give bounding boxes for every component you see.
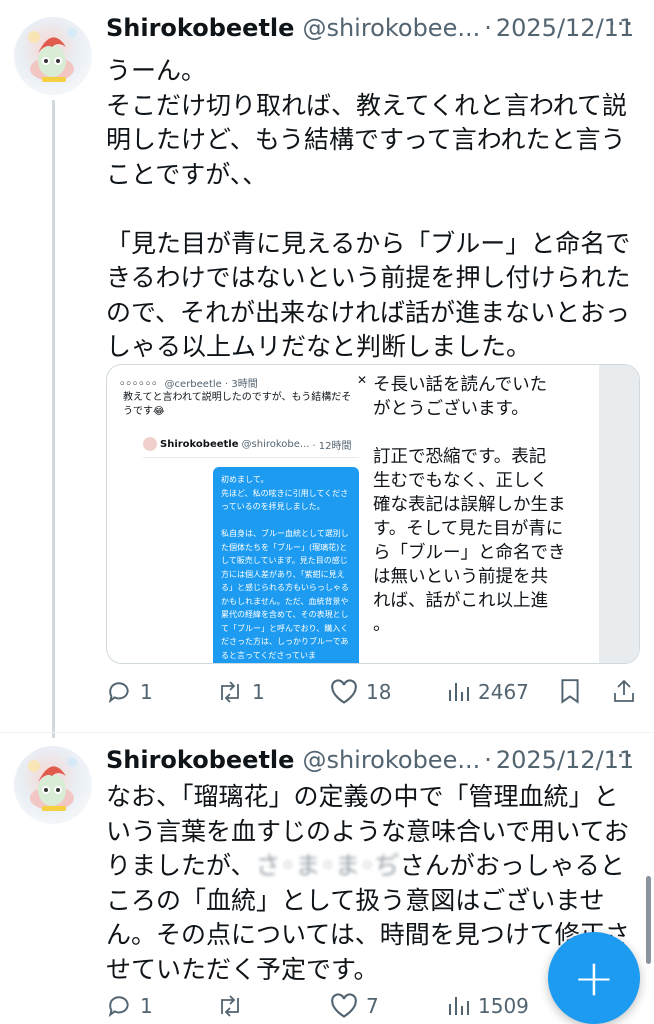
view-count: 1509: [478, 994, 529, 1018]
like-button[interactable]: 7: [330, 993, 379, 1019]
right-text-block: そ長い話を読んでいた がとうございます。 訂正で恐縮です。表記 生むでもなく、正…: [373, 373, 603, 637]
redacted-username: さ◦ま◦ま◦ぢ: [255, 851, 400, 880]
repost-icon: [221, 681, 239, 703]
right-text-line: 確な表記は誤解しか生ま: [373, 495, 566, 515]
reply-button[interactable]: 1: [106, 993, 153, 1019]
reply-count: 1: [140, 680, 153, 704]
reply-icon: [108, 682, 129, 704]
views-button[interactable]: 2467: [446, 680, 529, 704]
repost-button[interactable]: 1: [216, 679, 265, 705]
like-button[interactable]: 18: [330, 679, 391, 705]
inner-avatar: [143, 437, 157, 451]
repost-button[interactable]: [216, 993, 252, 1019]
more-options-icon[interactable]: ···: [608, 742, 634, 770]
heart-icon: [331, 679, 357, 704]
compose-button[interactable]: +: [548, 932, 640, 1024]
inner-user-handle: @shirokobe...: [241, 438, 310, 450]
like-count: 18: [366, 680, 392, 704]
repost-icon: [221, 995, 239, 1017]
share-icon: [614, 679, 634, 702]
inner-tweet-header: Shirokobeetle @shirokobe... · 12時間: [143, 431, 359, 458]
display-name[interactable]: Shirokobeetle: [106, 746, 294, 774]
right-text-line: す。そして見た目が青に: [373, 519, 564, 539]
right-gray-panel: [599, 365, 639, 663]
plus-icon: +: [573, 949, 615, 1007]
display-name[interactable]: Shirokobeetle: [106, 14, 294, 42]
user-handle[interactable]: @shirokobee...: [302, 14, 480, 42]
beetle-avatar-icon: [28, 757, 77, 811]
right-text-line: がとうございます。: [373, 399, 529, 419]
right-text-line: は無いという前提を共: [373, 567, 548, 587]
right-text-line: 生むでもなく、正しく: [373, 471, 548, 491]
quoted-time: · 3時間: [225, 379, 258, 390]
more-options-icon[interactable]: ···: [608, 10, 634, 38]
repost-count: 1: [252, 680, 265, 704]
reply-count: 1: [140, 994, 153, 1018]
right-text-line: 。: [373, 615, 391, 635]
bookmark-icon: [561, 679, 579, 704]
share-button[interactable]: [612, 678, 636, 709]
separator-dot: ·: [484, 746, 492, 774]
like-count: 7: [366, 994, 379, 1018]
avatar[interactable]: [14, 17, 92, 95]
quoted-text: 教えてと言われて説明したのですが、もう結構だそうです😂: [123, 392, 352, 417]
reply-icon: [108, 996, 129, 1018]
right-text-line: [373, 421, 603, 445]
blue-message-bubble: 初めまして。 先ほど、私の呟きに引用してくださっているのを拝見しました。 私自身…: [213, 467, 359, 663]
tweet-media-image[interactable]: ◦◦◦◦◦◦ @cerbeetle · 3時間 ✕ 教えてと言われて説明したので…: [106, 364, 640, 664]
right-text-line: れば、話がこれ以上進: [373, 591, 548, 611]
tweet-actions-bar: 1 1 18 2467: [106, 674, 638, 710]
right-text-line: そ長い話を読んでいた: [373, 375, 548, 395]
tweet[interactable]: Shirokobeetle @shirokobee... · 2025/12/1…: [106, 10, 642, 365]
bookmark-button[interactable]: [558, 678, 582, 709]
avatar[interactable]: [14, 746, 92, 824]
scrollbar-thumb[interactable]: [646, 876, 651, 964]
reply-button[interactable]: 1: [106, 679, 153, 705]
views-chart-icon: [449, 997, 469, 1015]
inner-time: · 12時間: [312, 440, 352, 452]
user-handle[interactable]: @shirokobee...: [302, 746, 480, 774]
close-icon[interactable]: ✕: [357, 373, 367, 387]
beetle-avatar-icon: [28, 28, 77, 82]
separator-dot: ·: [484, 14, 492, 42]
quoted-user-handle: @cerbeetle: [164, 379, 222, 390]
views-button[interactable]: 1509: [446, 994, 529, 1018]
right-text-line: ら「ブルー」と命名でき: [373, 543, 566, 563]
quote-header: ◦◦◦◦◦◦ @cerbeetle · 3時間: [119, 375, 258, 390]
right-text-line: 訂正で恐縮です。表記: [373, 447, 547, 467]
quoted-user-name: ◦◦◦◦◦◦: [119, 379, 158, 390]
tweet-divider: [0, 732, 654, 733]
tweet-text: うーん。 そこだけ切り取れば、教えてくれと言われて説明したけど、もう結構ですって…: [106, 56, 631, 361]
views-chart-icon: [449, 683, 469, 701]
view-count: 2467: [478, 680, 529, 704]
inner-user-name: Shirokobeetle: [160, 438, 239, 450]
tweet-header: Shirokobeetle @shirokobee... · 2025/12/1…: [106, 742, 642, 778]
tweet-header: Shirokobeetle @shirokobee... · 2025/12/1…: [106, 10, 642, 46]
quote-screenshot-left: ◦◦◦◦◦◦ @cerbeetle · 3時間 ✕ 教えてと言われて説明したので…: [107, 365, 373, 663]
quote-screenshot-right: そ長い話を読んでいた がとうございます。 訂正で恐縮です。表記 生むでもなく、正…: [373, 365, 639, 663]
thread-connector-line: [52, 100, 55, 738]
heart-icon: [331, 993, 357, 1018]
